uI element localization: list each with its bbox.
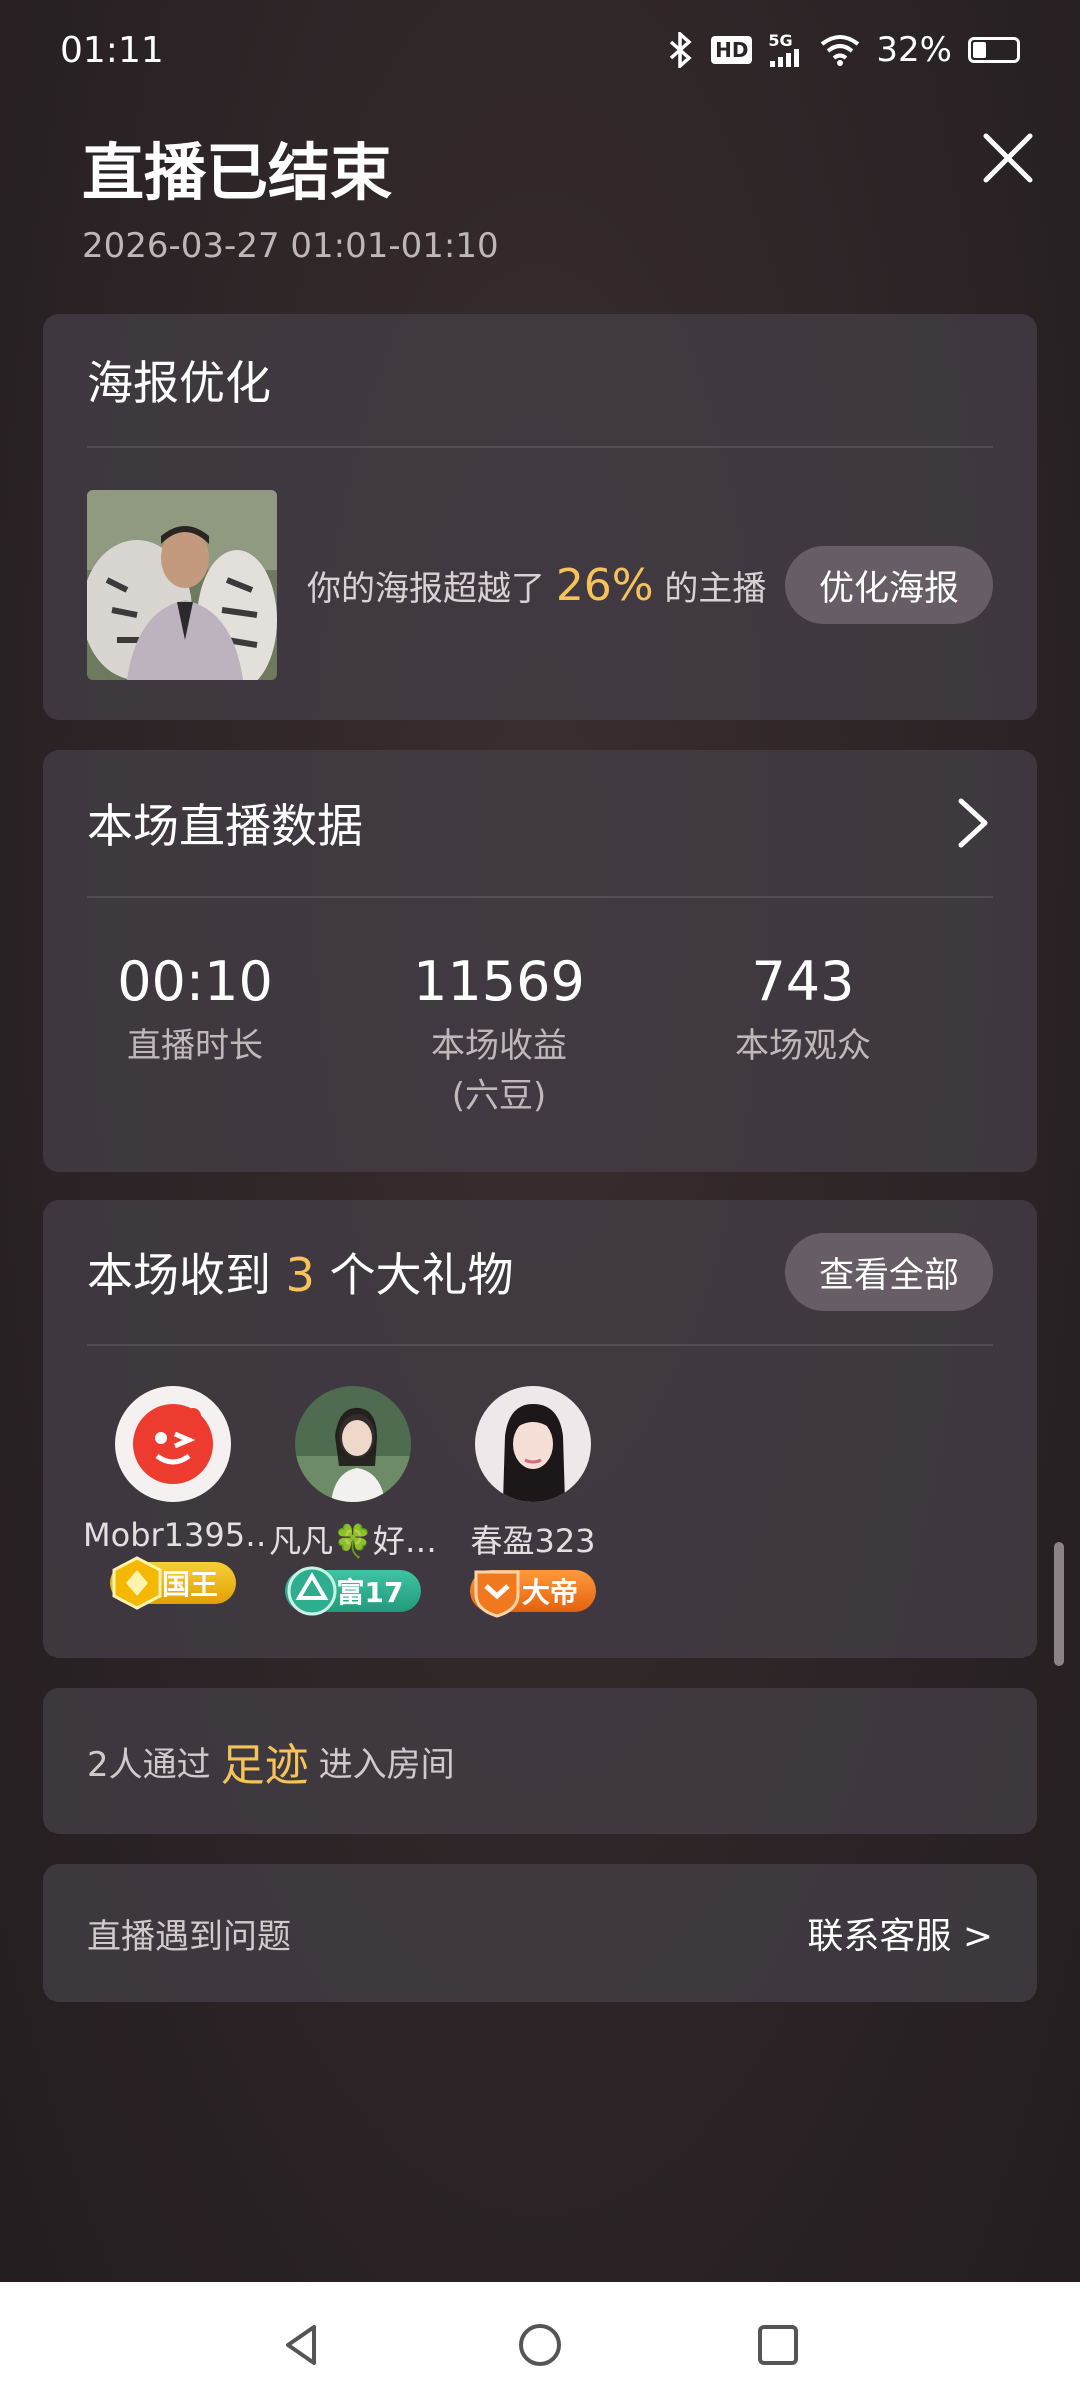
emperor-badge-icon [474, 1570, 520, 1618]
gifts-card-header: 本场收到 3 个大礼物 查看全部 [87, 1200, 993, 1346]
status-time: 01:11 [60, 29, 164, 71]
stat-label: 本场收益 [431, 1026, 567, 1066]
badge-label: 富17 [336, 1576, 404, 1609]
gift-user-name: 凡凡🍀好… [269, 1522, 437, 1560]
gift-users-list: Mobr1395… 国王 凡凡🍀好… 富17 春盈323 大帝 [83, 1386, 623, 1618]
poster-card-header: 海报优化 [87, 314, 993, 448]
gift-user-name: 春盈323 [470, 1522, 596, 1560]
badge-label: 大帝 [521, 1576, 578, 1609]
stat-duration: 00:10 直播时长 [43, 950, 347, 1121]
footprint-text-before: 2人通过 [87, 1744, 211, 1785]
battery-percent: 32% [876, 30, 952, 70]
avatar[interactable] [295, 1386, 411, 1502]
crown-badge-icon [112, 1556, 162, 1610]
stat-label: 直播时长 [127, 1026, 263, 1066]
scrollbar[interactable] [1054, 1542, 1064, 1666]
network-type: 5G [768, 31, 793, 50]
help-card: 直播遇到问题 联系客服 > [43, 1864, 1037, 2002]
wifi-icon [820, 34, 860, 66]
diamond-badge-icon [287, 1566, 337, 1616]
gift-user[interactable]: Mobr1395… 国王 [83, 1386, 263, 1612]
poster-row: 你的海报超越了 26% 的主播 优化海报 [87, 490, 993, 680]
stats-row: 00:10 直播时长 11569 本场收益 (六豆) 743 本场观众 [43, 950, 1037, 1121]
avatar[interactable] [475, 1386, 591, 1502]
user-level-badge: 国王 [109, 1556, 236, 1610]
stat-label: 本场观众 [735, 1026, 871, 1066]
stats-card-header: 本场直播数据 [87, 750, 993, 898]
recents-icon[interactable] [754, 2321, 802, 2369]
poster-text-before: 你的海报超越了 [307, 568, 545, 609]
stat-viewers: 743 本场观众 [651, 950, 955, 1121]
system-nav-bar [0, 2282, 1080, 2408]
close-icon [983, 133, 1033, 183]
poster-card: 海报优化 你的海报超越了 26% 的主播 优化海报 [43, 314, 1037, 720]
footprint-link[interactable]: 足迹 [221, 1729, 309, 1793]
gifts-card-title: 本场收到 3 个大礼物 [87, 1239, 514, 1305]
poster-rank-text: 你的海报超越了 26% 的主播 [307, 560, 785, 611]
big-gifts-card: 本场收到 3 个大礼物 查看全部 Mobr1395… 国王 凡凡🍀好… 富17 [43, 1200, 1037, 1658]
gift-user-name: Mobr1395… [83, 1516, 263, 1554]
help-text: 直播遇到问题 [87, 1916, 291, 1957]
badge-label: 国王 [161, 1568, 218, 1601]
poster-percent: 26% [555, 559, 654, 611]
footprint-card[interactable]: 2人通过 足迹 进入房间 [43, 1688, 1037, 1834]
footprint-text-after: 进入房间 [318, 1744, 455, 1785]
poster-card-title: 海报优化 [87, 356, 271, 410]
gifts-title-before: 本场收到 [87, 1248, 271, 1302]
poster-thumbnail[interactable] [87, 490, 277, 680]
stats-card-title: 本场直播数据 [87, 799, 363, 853]
avatar[interactable] [115, 1386, 231, 1502]
gift-user[interactable]: 凡凡🍀好… 富17 [263, 1386, 443, 1616]
close-button[interactable] [980, 130, 1036, 186]
gift-user[interactable]: 春盈323 大帝 [443, 1386, 623, 1618]
home-icon[interactable] [516, 2321, 564, 2369]
gifts-title-after: 个大礼物 [329, 1248, 514, 1302]
gifts-count: 3 [285, 1248, 315, 1302]
stat-unit: (六豆) [451, 1076, 547, 1116]
user-level-badge: 大帝 [469, 1570, 596, 1618]
status-icons: HD 5G 32% [667, 30, 1020, 70]
contact-support-link[interactable]: 联系客服 > [807, 1907, 993, 1959]
stat-income: 11569 本场收益 (六豆) [347, 950, 651, 1121]
optimize-poster-button[interactable]: 优化海报 [784, 546, 993, 624]
bluetooth-icon [667, 32, 695, 68]
poster-text-after: 的主播 [664, 568, 767, 609]
live-stats-card[interactable]: 本场直播数据 00:10 直播时长 11569 本场收益 (六豆) 743 本场… [43, 750, 1037, 1172]
stat-value: 11569 [413, 950, 585, 1013]
battery-fill [973, 42, 986, 58]
view-all-button[interactable]: 查看全部 [784, 1233, 993, 1311]
signal-icon: 5G [768, 33, 804, 67]
status-bar: 01:11 HD 5G 32% [0, 0, 1080, 100]
hd-icon: HD [711, 36, 753, 64]
stat-value: 743 [751, 950, 855, 1013]
page-title: 直播已结束 [82, 136, 393, 209]
user-level-badge: 富17 [284, 1566, 422, 1616]
back-icon[interactable] [278, 2321, 326, 2369]
battery-icon [968, 37, 1020, 63]
live-time-range: 2026-03-27 01:01-01:10 [82, 226, 499, 266]
chevron-right-icon[interactable] [953, 795, 993, 851]
stat-value: 00:10 [117, 950, 273, 1013]
